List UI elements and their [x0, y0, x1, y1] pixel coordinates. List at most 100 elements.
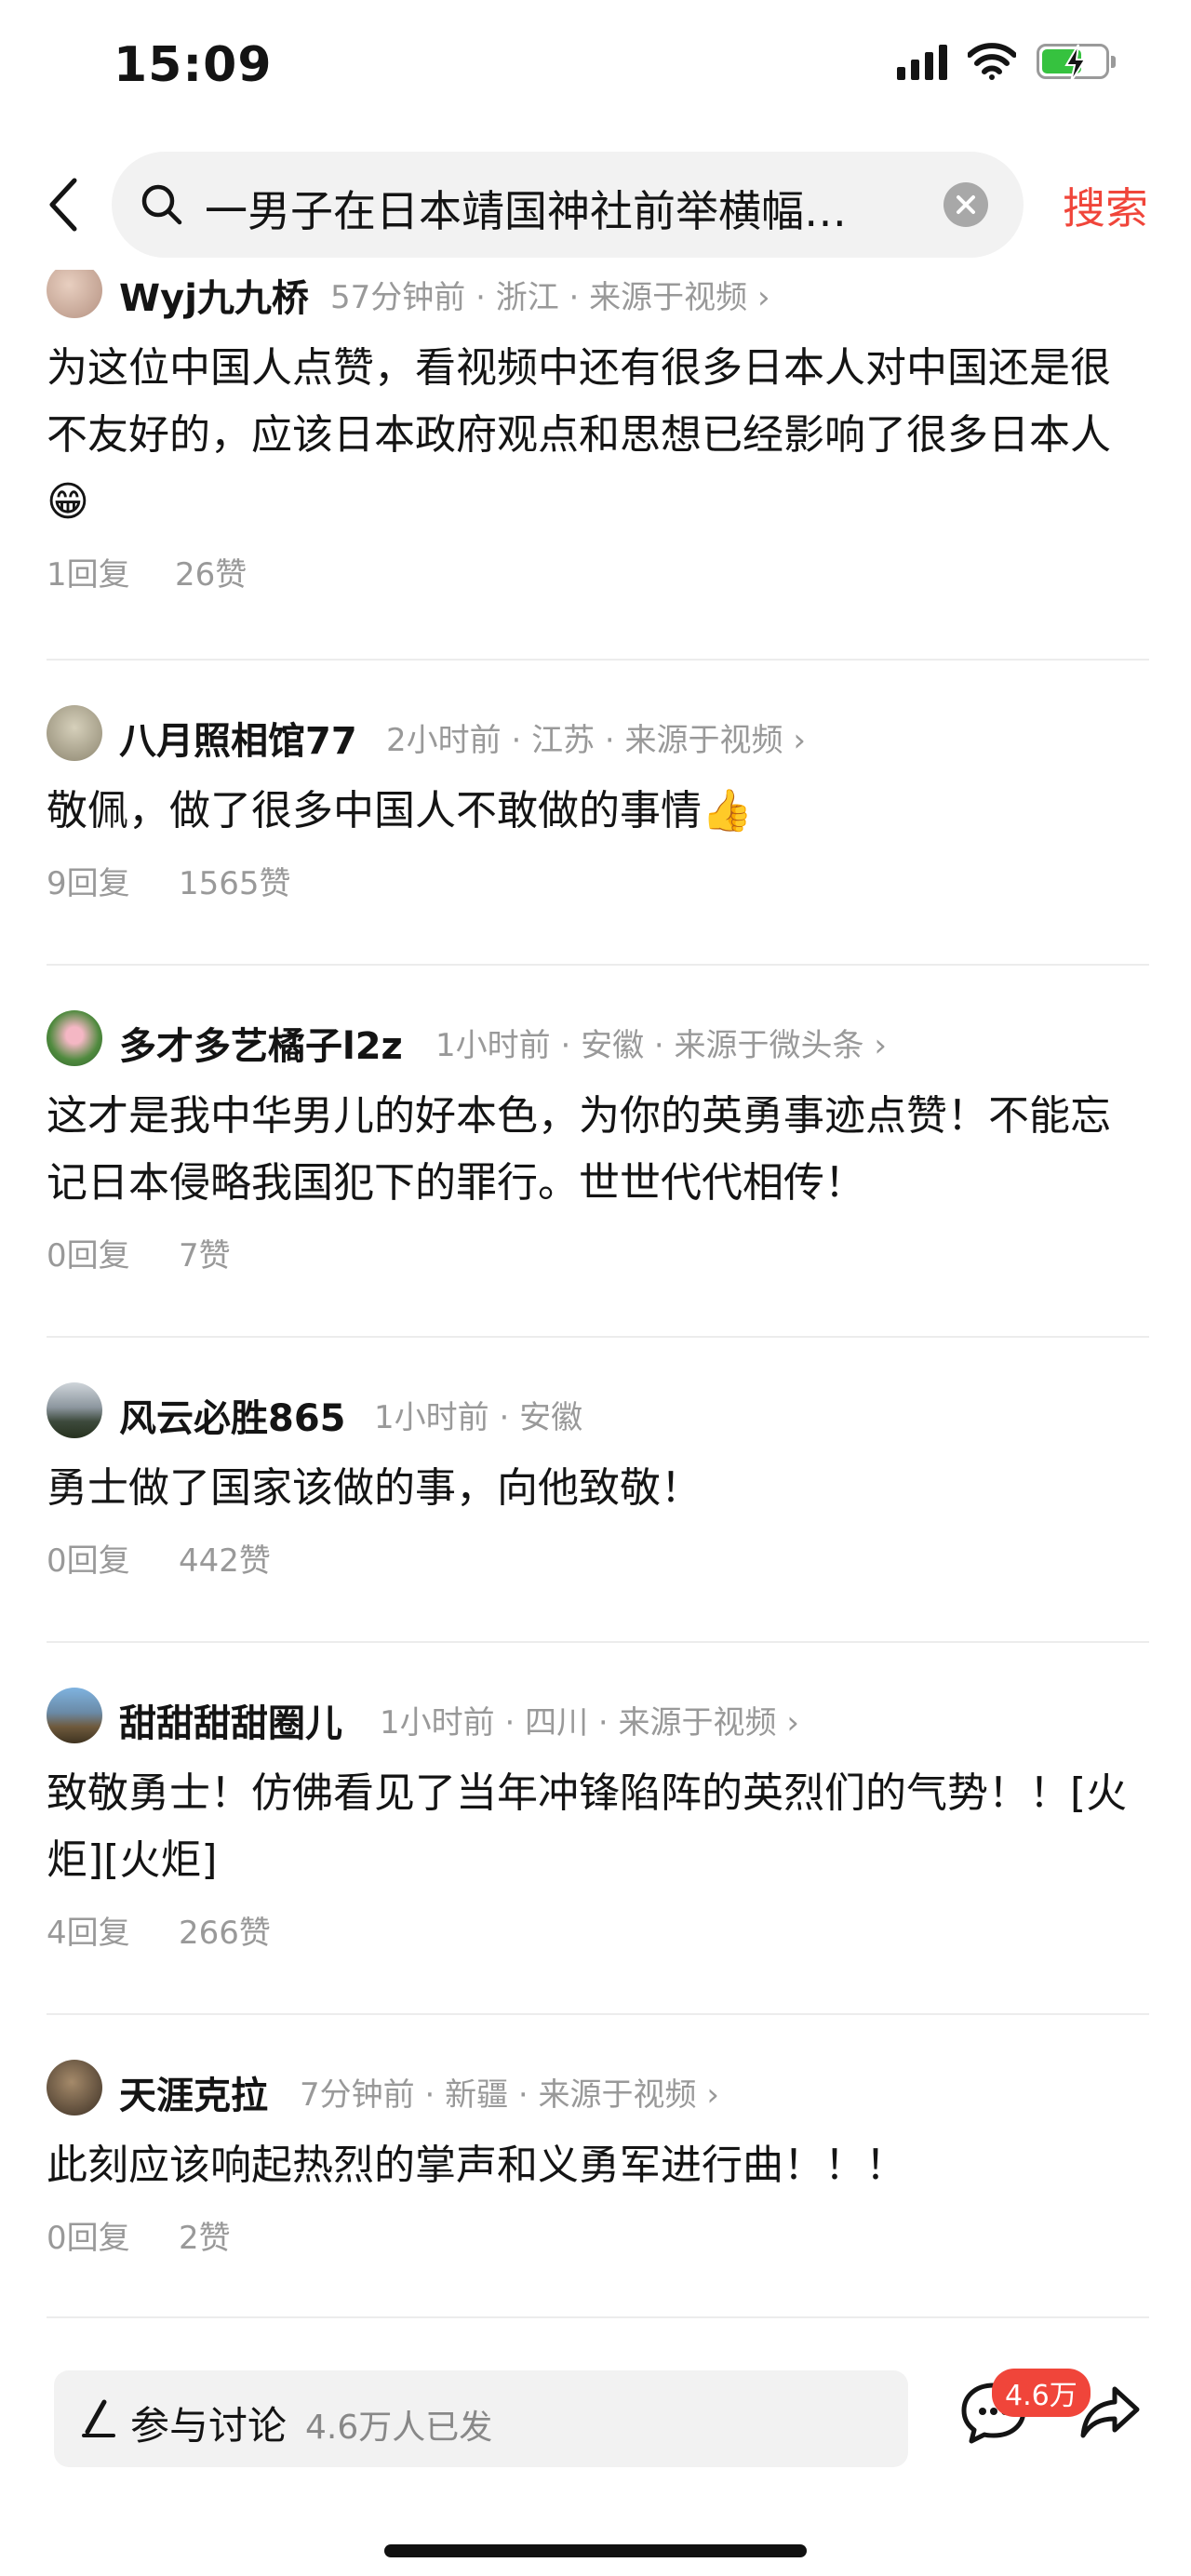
- comment-actions: 0回复 7赞: [47, 1230, 1149, 1276]
- comment-source[interactable]: 来源于视频: [625, 722, 783, 759]
- search-icon: [141, 184, 182, 225]
- share-button[interactable]: [1079, 2383, 1141, 2443]
- avatar[interactable]: [47, 1688, 102, 1743]
- comment-actions: 4回复 266赞: [47, 1907, 1149, 1954]
- comment-location: 江苏: [531, 722, 596, 759]
- reply-count[interactable]: 4回复: [47, 1907, 130, 1953]
- comment-text: 此刻应该响起热烈的掌声和义勇军进行曲！！！: [47, 2142, 906, 2189]
- comment-item: 多才多艺橘子l2z 1小时前 · 安徽 · 来源于微头条 › 这才是我中华男儿的…: [47, 1010, 1149, 1276]
- comment-meta: 1小时前 · 安徽: [374, 1399, 583, 1436]
- clear-icon[interactable]: [943, 182, 988, 227]
- comment-meta: 2小时前 · 江苏 · 来源于视频 ›: [386, 722, 806, 759]
- comment-header: 天涯克拉 7分钟前 · 新疆 · 来源于视频 ›: [47, 2060, 1149, 2125]
- comment-header: 甜甜甜甜圈儿 1小时前 · 四川 · 来源于视频 ›: [47, 1688, 1149, 1753]
- status-time: 15:09: [114, 37, 273, 93]
- comment-location: 新疆: [445, 2076, 509, 2114]
- back-arrow-icon: [49, 178, 77, 232]
- comment-time: 1小时前: [380, 1704, 495, 1742]
- search-header: 一男子在日本靖国神社前举横幅… 搜索: [0, 140, 1191, 270]
- like-count[interactable]: 266赞: [179, 1907, 271, 1953]
- comment-username[interactable]: 多才多艺橘子l2z: [119, 1016, 403, 1070]
- comment-source[interactable]: 来源于视频: [539, 2076, 697, 2114]
- share-arrow-icon: [1080, 2386, 1140, 2438]
- comment-header: 多才多艺橘子l2z 1小时前 · 安徽 · 来源于微头条 ›: [47, 1010, 1149, 1075]
- search-box[interactable]: 一男子在日本靖国神社前举横幅…: [112, 152, 1024, 258]
- divider: [47, 2013, 1149, 2015]
- comment-item: 天涯克拉 7分钟前 · 新疆 · 来源于视频 › 此刻应该响起热烈的掌声和义勇军…: [47, 2060, 1149, 2259]
- comment-username[interactable]: Wyj九九桥: [119, 268, 309, 322]
- comment-item: 八月照相馆77 2小时前 · 江苏 · 来源于视频 › 敬佩，做了很多中国人不敢…: [47, 705, 1149, 904]
- comment-location: 四川: [525, 1704, 589, 1742]
- reply-count[interactable]: 0回复: [47, 1230, 130, 1275]
- avatar[interactable]: [47, 2060, 102, 2116]
- status-icons: [897, 43, 1116, 83]
- comment-item: Wyj九九桥 57分钟前 · 浙江 · 来源于视频 › 为这位中国人点赞，看视频…: [47, 262, 1149, 595]
- reply-count[interactable]: 0回复: [47, 1535, 130, 1581]
- comment-time: 1小时前: [435, 1027, 551, 1064]
- discuss-count: 4.6万人已发: [305, 2409, 493, 2447]
- like-count[interactable]: 1565赞: [179, 858, 291, 903]
- back-button[interactable]: [35, 167, 91, 242]
- discuss-input[interactable]: 参与讨论 4.6万人已发: [54, 2370, 908, 2467]
- reply-count[interactable]: 1回复: [47, 549, 130, 594]
- comment-time: 7分钟前: [300, 2076, 415, 2114]
- status-bar: 15:09: [0, 0, 1191, 140]
- comment-header: 风云必胜865 1小时前 · 安徽: [47, 1382, 1149, 1448]
- comment-location: 安徽: [519, 1399, 583, 1436]
- comment-item: 风云必胜865 1小时前 · 安徽 勇士做了国家该做的事，向他致敬！ 0回复 4…: [47, 1382, 1149, 1582]
- comment-username[interactable]: 八月照相馆77: [119, 711, 357, 765]
- comment-text: 这才是我中华男儿的好本色，为你的英勇事迹点赞！不能忘记日本侵略我国犯下的罪行。世…: [47, 1092, 1111, 1207]
- comment-username[interactable]: 风云必胜865: [119, 1388, 346, 1442]
- avatar[interactable]: [47, 705, 102, 761]
- discuss-label: 参与讨论: [130, 2403, 288, 2449]
- comment-text: 致敬勇士！仿佛看见了当年冲锋陷阵的英烈们的气势！！[火炬][火炬]: [47, 1769, 1128, 1884]
- signal-icon: [897, 43, 947, 80]
- comment-location: 安徽: [581, 1027, 645, 1064]
- comment-text: 勇士做了国家该做的事，向他致敬！: [47, 1464, 702, 1512]
- reply-count[interactable]: 0回复: [47, 2212, 130, 2258]
- comment-username[interactable]: 甜甜甜甜圈儿: [119, 1693, 342, 1747]
- like-count[interactable]: 26赞: [175, 549, 247, 594]
- comment-actions: 9回复 1565赞: [47, 858, 1149, 904]
- divider: [47, 964, 1149, 966]
- comment-count-badge: 4.6万: [992, 2369, 1091, 2417]
- comment-header: 八月照相馆77 2小时前 · 江苏 · 来源于视频 ›: [47, 705, 1149, 770]
- avatar[interactable]: [47, 262, 102, 318]
- comment-time: 1小时前: [374, 1399, 489, 1436]
- divider: [47, 659, 1149, 661]
- comment-time: 2小时前: [386, 722, 502, 759]
- search-input[interactable]: 一男子在日本靖国神社前举横幅…: [205, 178, 930, 239]
- comment-source[interactable]: 来源于视频: [619, 1704, 777, 1742]
- battery-icon: [1037, 44, 1116, 83]
- divider: [47, 1641, 1149, 1643]
- comment-source[interactable]: 来源于微头条: [675, 1027, 864, 1064]
- comment-username[interactable]: 天涯克拉: [119, 2065, 268, 2119]
- search-button[interactable]: 搜索: [1063, 175, 1148, 236]
- home-indicator[interactable]: [384, 2544, 807, 2557]
- comment-actions: 0回复 442赞: [47, 1535, 1149, 1582]
- comment-header: Wyj九九桥 57分钟前 · 浙江 · 来源于视频 ›: [47, 262, 1149, 327]
- comment-meta: 1小时前 · 四川 · 来源于视频 ›: [380, 1704, 799, 1742]
- comment-text: 为这位中国人点赞，看视频中还有很多日本人对中国还是很不友好的，应该日本政府观点和…: [47, 344, 1111, 526]
- comment-time: 57分钟前: [330, 279, 466, 316]
- comment-meta: 57分钟前 · 浙江 · 来源于视频 ›: [330, 279, 770, 316]
- like-count[interactable]: 7赞: [179, 1230, 231, 1275]
- comment-meta: 7分钟前 · 新疆 · 来源于视频 ›: [300, 2076, 719, 2114]
- pen-icon: [82, 2399, 115, 2437]
- wifi-icon: [968, 43, 1016, 80]
- reply-count[interactable]: 9回复: [47, 858, 130, 903]
- comment-meta: 1小时前 · 安徽 · 来源于微头条 ›: [435, 1027, 887, 1064]
- comment-item: 甜甜甜甜圈儿 1小时前 · 四川 · 来源于视频 › 致敬勇士！仿佛看见了当年冲…: [47, 1688, 1149, 1954]
- avatar[interactable]: [47, 1382, 102, 1438]
- like-count[interactable]: 2赞: [179, 2212, 231, 2258]
- divider: [47, 2316, 1149, 2318]
- bottom-bar: 参与讨论 4.6万人已发 4.6万: [0, 2344, 1191, 2576]
- comment-location: 浙江: [495, 279, 559, 316]
- like-count[interactable]: 442赞: [179, 1535, 271, 1581]
- comment-source[interactable]: 来源于视频: [589, 279, 747, 316]
- comment-actions: 0回复 2赞: [47, 2212, 1149, 2259]
- avatar[interactable]: [47, 1010, 102, 1066]
- comment-text: 敬佩，做了很多中国人不敢做的事情👍: [47, 787, 753, 834]
- comment-actions: 1回复 26赞: [47, 549, 1149, 595]
- divider: [47, 1336, 1149, 1338]
